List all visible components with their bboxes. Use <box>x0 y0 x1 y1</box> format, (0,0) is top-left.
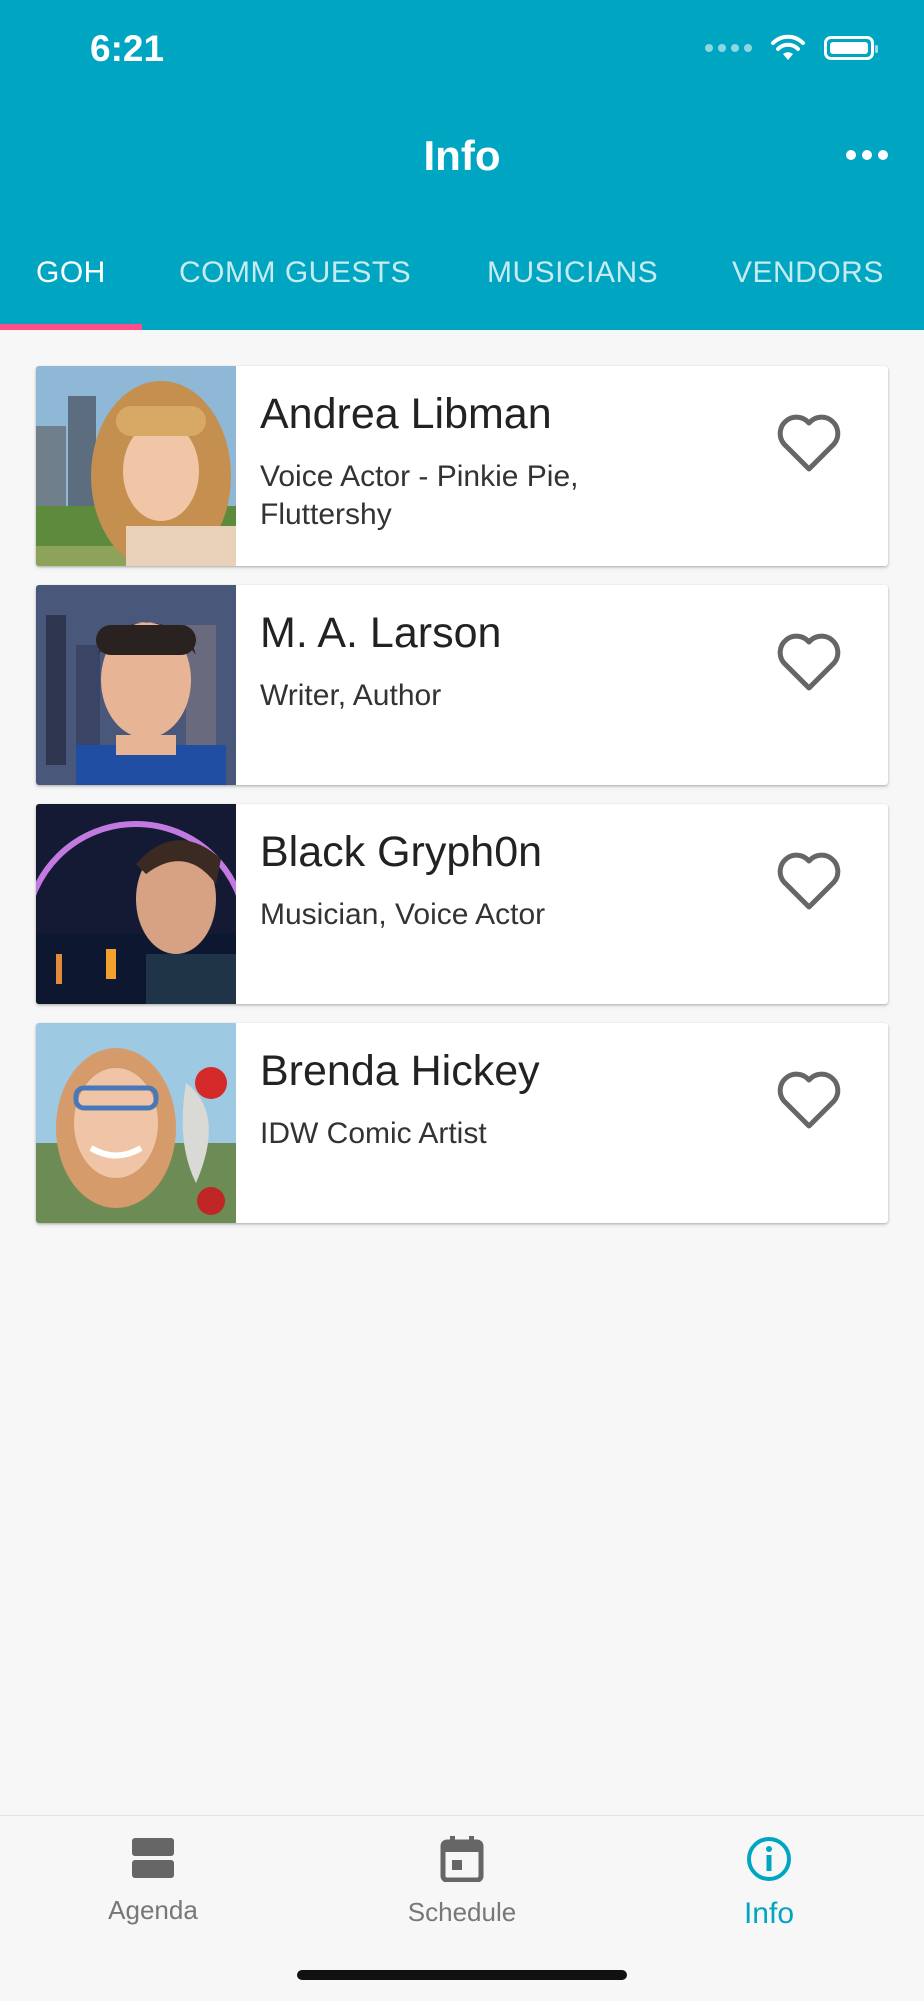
nav-item-info[interactable]: Info <box>669 1836 869 1931</box>
guest-name: Brenda Hickey <box>260 1047 540 1095</box>
active-tab-indicator <box>0 324 142 330</box>
guest-photo <box>36 1023 236 1223</box>
guest-card[interactable]: Black Gryph0n Musician, Voice Actor <box>36 804 888 1004</box>
favorite-heart-icon[interactable] <box>776 1071 842 1131</box>
guest-name: M. A. Larson <box>260 609 502 657</box>
guest-list: Andrea Libman Voice Actor - Pinkie Pie, … <box>36 366 888 1242</box>
guest-name: Black Gryph0n <box>260 828 543 876</box>
nav-label-agenda: Agenda <box>108 1895 198 1925</box>
guest-name: Andrea Libman <box>260 390 552 438</box>
home-indicator <box>297 1970 627 1980</box>
status-icons <box>705 34 878 62</box>
tab-goh[interactable]: GOH <box>36 256 106 290</box>
tab-vendors[interactable]: VENDORS <box>732 256 884 290</box>
app-header: 6:21 Info GOH COMM GUESTS MUSICIANS VEND… <box>0 0 924 330</box>
guest-role: Voice Actor - Pinkie Pie, Fluttershy <box>260 460 579 531</box>
signal-icon <box>705 44 752 52</box>
guest-role: Musician, Voice Actor <box>260 898 546 931</box>
guest-role: Writer, Author <box>260 679 442 712</box>
page-title: Info <box>423 132 501 179</box>
guest-role: IDW Comic Artist <box>260 1117 487 1150</box>
nav-label-schedule: Schedule <box>407 1897 517 1927</box>
status-time: 6:21 <box>90 28 165 69</box>
agenda-icon <box>132 1838 174 1878</box>
tab-bar: GOH COMM GUESTS MUSICIANS VENDORS <box>0 250 924 330</box>
battery-icon <box>824 36 878 60</box>
nav-item-agenda[interactable]: Agenda <box>53 1836 253 1926</box>
guest-card[interactable]: Andrea Libman Voice Actor - Pinkie Pie, … <box>36 366 888 566</box>
favorite-heart-icon[interactable] <box>776 852 842 912</box>
tab-musicians[interactable]: MUSICIANS <box>487 256 658 290</box>
favorite-heart-icon[interactable] <box>776 414 842 474</box>
wifi-icon <box>771 34 805 60</box>
guest-photo <box>36 804 236 1004</box>
favorite-heart-icon[interactable] <box>776 633 842 693</box>
guest-card[interactable]: M. A. Larson Writer, Author <box>36 585 888 785</box>
nav-label-info: Info <box>743 1897 795 1930</box>
guest-card[interactable]: Brenda Hickey IDW Comic Artist <box>36 1023 888 1223</box>
guest-photo <box>36 585 236 785</box>
info-icon <box>747 1837 791 1881</box>
calendar-icon <box>440 1836 484 1883</box>
guest-photo <box>36 366 236 566</box>
more-options-icon[interactable] <box>846 150 888 160</box>
nav-item-schedule[interactable]: Schedule <box>362 1836 562 1928</box>
tab-comm-guests[interactable]: COMM GUESTS <box>179 256 411 290</box>
